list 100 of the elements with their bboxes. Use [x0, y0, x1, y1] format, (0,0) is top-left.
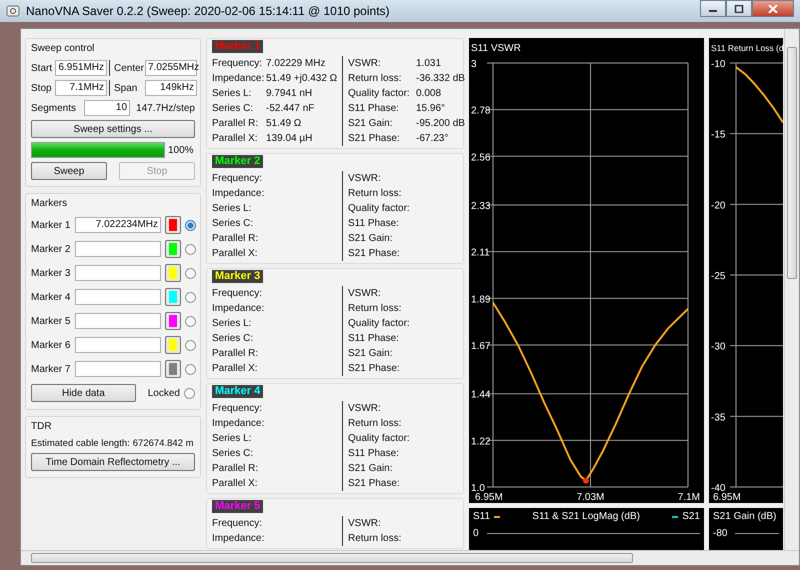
color-picker-button[interactable] [165, 288, 181, 306]
field-label: S11 Phase: [348, 333, 400, 344]
field-label: S21 Gain: [348, 348, 394, 359]
field-label: Frequency: [212, 288, 264, 299]
maximize-button[interactable] [726, 0, 752, 17]
marker-frequency-field[interactable] [75, 289, 161, 305]
field-label: Impedance: [212, 188, 266, 199]
group-title: Sweep control [31, 43, 96, 54]
marker-title: Marker 3 [215, 270, 260, 283]
field-label: Center [114, 62, 144, 74]
sweep-button[interactable]: Sweep [31, 162, 107, 180]
color-picker-button[interactable] [165, 216, 181, 234]
field-label: Return loss: [348, 73, 402, 84]
data-line [735, 66, 783, 123]
vertical-scrollbar[interactable] [784, 29, 799, 550]
field-label: Quality factor: [348, 88, 411, 99]
field-label: S21 Phase: [348, 478, 401, 489]
marker-label: Marker 2 [31, 244, 71, 254]
step-label: 147.7Hz/step [136, 102, 195, 114]
maximize-icon [734, 4, 744, 12]
legend-label: S11 [473, 511, 490, 522]
color-picker-button[interactable] [165, 360, 181, 378]
field-label: Series L: [212, 433, 252, 444]
marker-frequency-field[interactable] [75, 241, 161, 257]
window-title: NanoVNA Saver 0.2.2 (Sweep: 2020-02-06 15:14:11 @ 1010 points) [26, 4, 390, 18]
field-label: S11 Phase: [348, 218, 400, 229]
field-label: Segments [31, 102, 76, 114]
color-picker-button[interactable] [165, 336, 181, 354]
axis-tick-label: -20 [711, 200, 726, 212]
radio-button[interactable] [185, 316, 196, 326]
field-label: S11 Phase: [348, 448, 400, 459]
marker-label: Marker 1 [31, 220, 71, 230]
field-label: Parallel R: [212, 348, 260, 359]
field-label: Series C: [212, 218, 254, 229]
axis-tick-label: 7.1M [678, 492, 700, 503]
sweep-settings-button[interactable]: Sweep settings ... [31, 120, 195, 138]
field-label: S11 Phase: [348, 103, 400, 114]
field-value: -95.200 dB [416, 118, 465, 129]
axis-tick-label: 2.56 [471, 152, 490, 164]
field-value: 9.7941 nH [266, 88, 312, 99]
field-value: 7.02229 MHz [266, 58, 326, 69]
color-picker-button[interactable] [165, 312, 181, 330]
text-field[interactable]: 10 [84, 100, 130, 116]
axis-tick-label: 6.95M [475, 492, 503, 503]
field-label: VSWR: [348, 58, 382, 69]
text-field[interactable]: 7.1MHz [55, 80, 107, 96]
marker-frequency-field[interactable] [75, 361, 161, 377]
field-label: Parallel X: [212, 133, 259, 144]
field-value: -36.332 dB [416, 73, 465, 84]
cable-length-value: 672674.842 m [132, 438, 194, 449]
locked-radio[interactable] [184, 388, 195, 398]
close-button[interactable] [752, 0, 794, 17]
color-picker-button[interactable] [165, 240, 181, 258]
marker-frequency-field[interactable]: 7.022234MHz [75, 217, 161, 233]
chart-title: S11 Return Loss (d [711, 43, 783, 53]
marker-label: Marker 3 [31, 268, 71, 278]
axis-tick-label: -10 [711, 59, 726, 70]
color-picker-button[interactable] [165, 264, 181, 282]
axis-tick-label: 2.33 [471, 201, 490, 212]
axis-tick-label: 3 [471, 59, 477, 70]
field-value: 15.96° [416, 103, 446, 114]
field-label: Parallel X: [212, 363, 259, 374]
field-value: 51.49 +j0.432 Ω [266, 73, 338, 84]
axis-tick-label: 1.89 [471, 294, 490, 306]
marker-frequency-field[interactable] [75, 313, 161, 329]
marker-label: Marker 5 [31, 316, 71, 326]
minimize-button[interactable] [700, 0, 726, 17]
text-field[interactable]: 7.0255MHz [145, 60, 197, 76]
radio-button[interactable] [185, 340, 196, 350]
field-label: S21 Phase: [348, 363, 401, 374]
tdr-button[interactable]: Time Domain Reflectometry ... [31, 453, 195, 471]
chart-title: S21 Gain (dB) [713, 511, 776, 522]
text-field[interactable]: 149kHz [145, 80, 197, 96]
radio-button[interactable] [185, 220, 196, 230]
field-label: Parallel X: [212, 248, 259, 259]
radio-button[interactable] [185, 268, 196, 278]
axis-tick-label: 1.22 [471, 436, 490, 448]
marker-frequency-field[interactable] [75, 337, 161, 353]
field-label: Return loss: [348, 418, 402, 429]
radio-button[interactable] [185, 244, 196, 254]
axis-tick-label: 7.03M [576, 492, 604, 503]
field-label: Series L: [212, 203, 252, 214]
marker-frequency-field[interactable] [75, 265, 161, 281]
radio-button[interactable] [185, 292, 196, 302]
field-label: S21 Gain: [348, 118, 394, 129]
field-value: -67.23° [416, 133, 448, 144]
axis-tick-label: 1.67 [471, 340, 490, 352]
hide-data-button[interactable]: Hide data [31, 384, 136, 402]
field-label: Impedance: [212, 533, 266, 544]
axis-tick-label: -80 [713, 528, 728, 539]
field-value: 139.04 µH [266, 133, 312, 144]
field-label: VSWR: [348, 288, 382, 299]
axis-tick-label: 1.0 [471, 483, 485, 494]
field-label: Return loss: [348, 533, 402, 544]
field-label: S21 Gain: [348, 233, 394, 244]
field-label: Return loss: [348, 303, 402, 314]
text-field[interactable]: 6.951MHz [55, 60, 107, 76]
radio-button[interactable] [185, 364, 196, 374]
field-value: 51.49 Ω [266, 118, 302, 129]
horizontal-scrollbar[interactable] [21, 550, 799, 565]
